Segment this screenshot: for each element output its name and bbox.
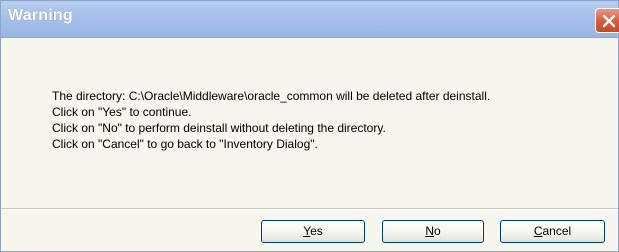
no-button[interactable]: No — [382, 220, 484, 243]
warning-dialog: Warning The directory: C:\Oracle\Middlew… — [0, 0, 619, 252]
no-mnemonic: N — [425, 224, 434, 238]
yes-button[interactable]: Yes — [261, 220, 365, 243]
close-x-icon — [602, 14, 616, 28]
dialog-title: Warning — [8, 7, 73, 24]
cancel-label-rest: ancel — [542, 224, 572, 238]
cancel-button[interactable]: Cancel — [500, 220, 605, 243]
no-label-rest: o — [433, 224, 441, 238]
message-text: The directory: C:\Oracle\Middleware\orac… — [52, 88, 490, 152]
separator — [1, 208, 618, 210]
yes-label-rest: es — [310, 224, 323, 238]
close-button[interactable] — [595, 8, 619, 33]
message-line-no: Click on "No" to perform deinstall witho… — [52, 121, 386, 135]
title-bar[interactable]: Warning — [1, 1, 619, 38]
message-line-yes: Click on "Yes" to continue. — [52, 105, 192, 119]
message-line-cancel: Click on "Cancel" to go back to "Invento… — [52, 137, 318, 151]
message-line-directory: The directory: C:\Oracle\Middleware\orac… — [52, 89, 491, 103]
